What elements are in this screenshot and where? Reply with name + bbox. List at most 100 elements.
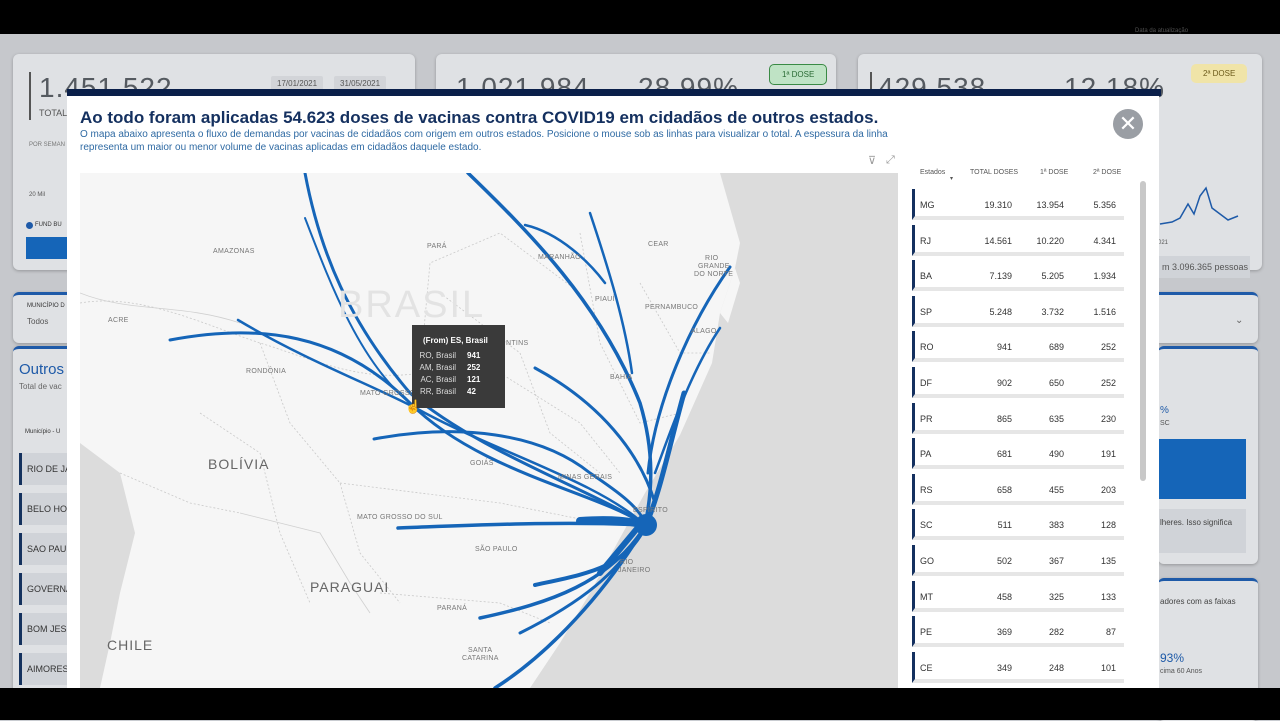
cell-second-dose: 5.356 — [1093, 200, 1116, 210]
tooltip-row: AC, Brasil 121 — [412, 375, 505, 387]
hand-cursor-icon: ☝ — [405, 399, 422, 414]
cell-first-dose: 689 — [1048, 342, 1064, 353]
label-tocantins: NTINS — [506, 340, 529, 347]
table-row[interactable]: PA 681 490 191 — [912, 438, 1124, 470]
focus-mode-icon[interactable]: ⤢ — [886, 154, 895, 167]
cell-total-doses: 511 — [997, 520, 1012, 531]
cell-second-dose: 135 — [1100, 556, 1116, 566]
cell-estado: DF — [920, 378, 932, 388]
cell-estado: MT — [920, 591, 933, 602]
cell-estado: RO — [920, 342, 934, 353]
modal-top-accent — [67, 89, 1161, 96]
label-rn-3: DO NORTE — [694, 271, 734, 278]
header-second-dose[interactable]: 2ª DOSE — [1093, 169, 1121, 176]
cell-first-dose: 282 — [1048, 627, 1064, 638]
table-row[interactable]: RO 941 689 252 — [912, 331, 1124, 363]
header-estados[interactable]: Estados — [920, 169, 945, 176]
table-row[interactable]: SP 5.248 3.732 1.516 — [912, 295, 1124, 327]
cell-estado: RJ — [920, 235, 931, 246]
tooltip-row-name: RO, Brasil — [419, 351, 456, 360]
cell-second-dose: 203 — [1100, 484, 1116, 495]
table-row[interactable]: RJ 14.561 10.220 4.341 — [912, 224, 1124, 256]
sort-desc-icon[interactable]: ▾ — [950, 175, 953, 182]
legend-20mil: 20 Mil — [29, 192, 46, 198]
per-week-label: POR SEMAN — [29, 142, 66, 148]
table-row[interactable]: CE 349 248 101 — [912, 651, 1124, 683]
cell-estado: SP — [920, 306, 933, 317]
table-row[interactable]: DF 902 650 252 — [912, 367, 1124, 398]
municipio-filter-value[interactable]: Todos — [27, 317, 48, 326]
flow-map[interactable]: BRASIL BOLÍVIA PARAGUAI CHILE AMAZONAS P… — [80, 173, 898, 688]
table-row[interactable]: MG 19.310 13.954 5.356 — [912, 189, 1124, 220]
cell-total-doses: 349 — [996, 662, 1012, 673]
tooltip-row-name: AC, Brasil — [420, 375, 456, 384]
tooltip-row-value: 42 — [467, 387, 476, 396]
cell-total-doses: 681 — [996, 449, 1012, 460]
tooltip-row-value: 252 — [467, 363, 481, 372]
table-scrollbar[interactable] — [1140, 181, 1146, 481]
table-row[interactable]: PR 865 635 230 — [912, 402, 1124, 434]
header-first-dose[interactable]: 1ª DOSE — [1040, 169, 1068, 176]
cell-first-dose: 490 — [1048, 449, 1064, 460]
side-city-item[interactable]: SAO PAU — [19, 533, 71, 565]
label-rj-1: RIO — [620, 559, 634, 566]
label-para: PARÁ — [427, 243, 447, 250]
cell-total-doses: 502 — [996, 556, 1012, 566]
side-city-item[interactable]: BELO HO — [19, 493, 71, 525]
tooltip-title: (From) ES, Brasil — [423, 336, 488, 345]
cell-first-dose: 10.220 — [1036, 235, 1064, 246]
side-city-item[interactable]: AIMORES — [19, 653, 71, 685]
tooltip-row: RR, Brasil 42 — [412, 387, 505, 399]
cell-total-doses: 458 — [996, 591, 1012, 602]
label-mato-grosso: MATO GROSSO — [360, 390, 416, 397]
cell-total-doses: 7.139 — [989, 271, 1012, 282]
cell-second-dose: 4.341 — [1093, 235, 1116, 246]
right-sc: SC — [1160, 420, 1170, 427]
total-vac-label: Total de vac — [19, 382, 62, 391]
close-icon[interactable]: ✕ — [1113, 109, 1143, 139]
kpi-total-label: TOTAL — [39, 108, 68, 118]
cell-second-dose: 191 — [1100, 449, 1116, 460]
table-row[interactable]: GO 502 367 135 — [912, 545, 1124, 576]
label-rn-1: RIO — [705, 255, 719, 262]
filter-icon[interactable]: ⊽ — [868, 154, 876, 167]
cell-first-dose: 455 — [1048, 484, 1064, 495]
right-pct: % — [1160, 405, 1169, 416]
label-chile: CHILE — [107, 637, 154, 653]
side-city-item[interactable]: GOVERNA — [19, 573, 71, 605]
label-goias: GOIÁS — [470, 460, 494, 467]
fund-bu-legend: FUND BU — [35, 222, 62, 228]
municipio-filter-label: MUNICÍPIO D — [27, 303, 65, 309]
flow-map-modal: Ao todo foram aplicadas 54.623 doses de … — [67, 96, 1159, 688]
label-paraguai: PARAGUAI — [310, 579, 390, 595]
side-city-item[interactable]: RIO DE JA — [19, 453, 71, 485]
table-row[interactable]: MT 458 325 133 — [912, 580, 1124, 612]
side-city-item[interactable]: BOM JES — [19, 613, 71, 645]
table-row[interactable]: RS 658 455 203 — [912, 473, 1124, 505]
label-sc-1: SANTA — [468, 647, 493, 654]
cell-second-dose: 128 — [1100, 520, 1116, 531]
cell-estado: PE — [920, 627, 933, 638]
cell-estado: CE — [920, 662, 933, 673]
destination-node[interactable] — [635, 514, 657, 536]
cell-total-doses: 902 — [996, 378, 1012, 388]
table-row[interactable]: BA 7.139 5.205 1.934 — [912, 260, 1124, 292]
cell-total-doses: 19.310 — [984, 200, 1012, 210]
outros-title: Outros — [19, 361, 65, 378]
label-minas-gerais: MINAS GERAIS — [558, 474, 613, 481]
right-text-2: adores com as faixas — [1160, 597, 1236, 606]
chevron-down-icon[interactable]: ⌄ — [1235, 315, 1243, 326]
label-parana: PARANÁ — [437, 605, 468, 612]
cell-total-doses: 14.561 — [984, 235, 1012, 246]
label-espirito: ESPÍRITO — [633, 507, 668, 514]
cell-second-dose: 1.934 — [1093, 271, 1116, 282]
cell-second-dose: 133 — [1100, 591, 1116, 602]
table-row[interactable]: SC 511 383 128 — [912, 509, 1124, 541]
cell-estado: SC — [920, 520, 933, 531]
cell-first-dose: 13.954 — [1036, 200, 1064, 210]
cell-first-dose: 383 — [1048, 520, 1064, 531]
table-row[interactable]: PE 369 282 87 — [912, 616, 1124, 648]
cell-second-dose: 252 — [1100, 342, 1116, 353]
modal-title: Ao todo foram aplicadas 54.623 doses de … — [80, 108, 879, 127]
header-total-doses[interactable]: TOTAL DOSES — [970, 169, 1018, 176]
